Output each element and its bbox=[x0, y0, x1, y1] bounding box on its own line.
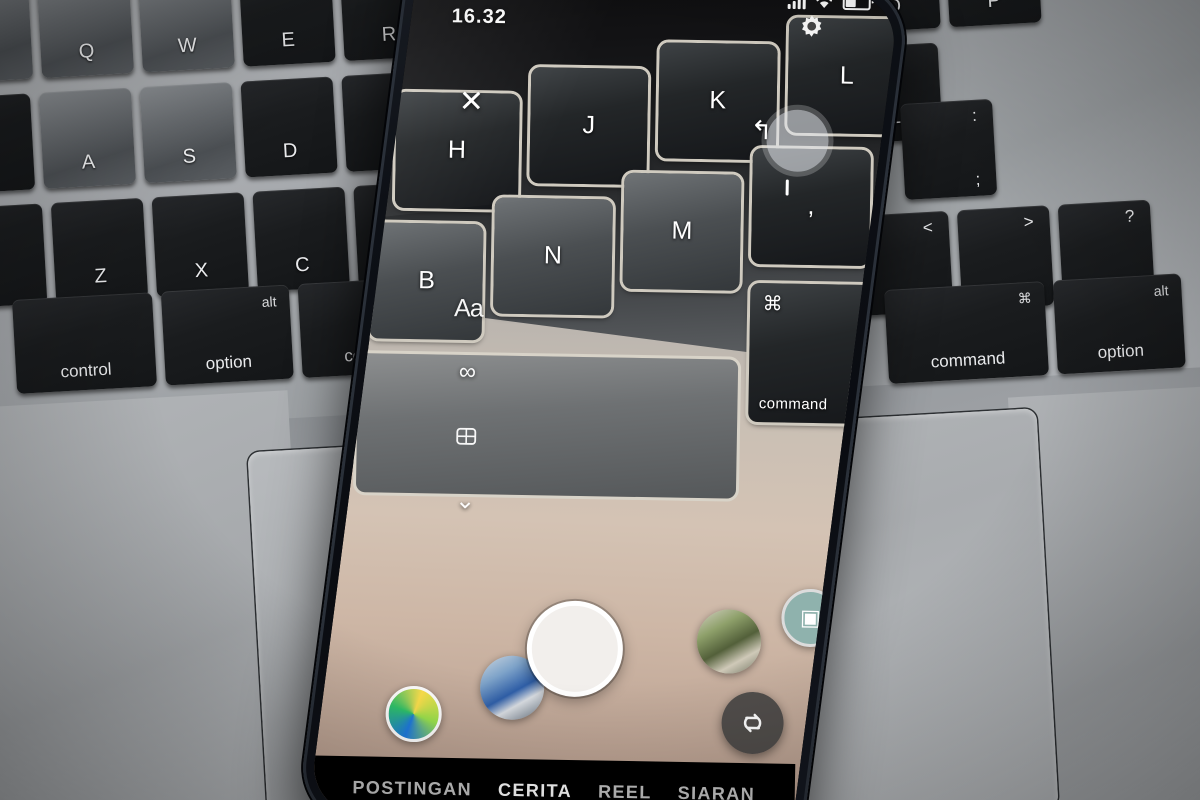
battery-icon bbox=[842, 0, 871, 11]
shutter-button[interactable] bbox=[526, 600, 624, 698]
gear-icon[interactable] bbox=[794, 12, 829, 52]
key-a-label: A bbox=[81, 150, 97, 174]
key-shift-left[interactable] bbox=[0, 203, 48, 312]
key-semicolon-lower: ; bbox=[975, 169, 981, 189]
camera-controls: ▣ bbox=[327, 588, 840, 755]
key-d-label: D bbox=[282, 139, 299, 163]
key-a[interactable]: A bbox=[38, 87, 137, 189]
vf-key-m: M bbox=[622, 172, 742, 291]
vf-key-k-label: K bbox=[709, 86, 727, 115]
mode-postingan[interactable]: POSTINGAN bbox=[352, 777, 472, 800]
more-tools-chevron-icon[interactable]: ⌄ bbox=[450, 485, 481, 516]
photo-scene: QWERTYUIOP lockASDFGHJKL ZXCVBNM :; <,>.… bbox=[0, 0, 1200, 800]
key-q[interactable]: Q bbox=[36, 0, 135, 78]
key-option-left-label: option bbox=[205, 351, 253, 374]
wifi-icon bbox=[816, 0, 833, 9]
creative-tools-rail: Aa ∞ ⌄ bbox=[450, 293, 484, 515]
vf-key-j: J bbox=[529, 66, 649, 185]
key-option-left[interactable]: alt option bbox=[160, 284, 294, 386]
mode-siaran[interactable]: SIARAN bbox=[678, 782, 756, 800]
effect-thumb-photo-2[interactable] bbox=[696, 608, 762, 675]
close-icon[interactable]: ✕ bbox=[458, 85, 484, 118]
key-p-label: P bbox=[986, 0, 1002, 13]
camera-mode-tabs: POSTINGAN CERITA REEL SIARAN bbox=[312, 755, 796, 800]
dial-tick bbox=[785, 179, 789, 196]
key-comma-upper: < bbox=[922, 217, 934, 238]
key-e[interactable]: E bbox=[238, 0, 336, 67]
key-option-right[interactable]: alt option bbox=[1052, 273, 1186, 375]
timer-dial-icon[interactable]: ↰ bbox=[750, 109, 830, 196]
signal-icon bbox=[787, 0, 806, 10]
mode-reel[interactable]: REEL bbox=[598, 781, 652, 800]
key-command-right[interactable]: ⌘ command bbox=[884, 281, 1049, 384]
dial-arrow-icon: ↰ bbox=[750, 114, 773, 146]
key-command-right-secondary: ⌘ bbox=[1017, 289, 1033, 307]
key-option-left-secondary: alt bbox=[261, 293, 277, 311]
key-s-label: S bbox=[182, 145, 198, 168]
key-option-right-secondary: alt bbox=[1153, 282, 1169, 299]
key-s[interactable]: S bbox=[139, 82, 237, 184]
key-w-label: W bbox=[177, 34, 198, 58]
key-z[interactable]: Z bbox=[50, 197, 149, 303]
status-icons bbox=[787, 0, 871, 11]
browse-effects-glyph: ▣ bbox=[799, 604, 822, 631]
key-control-left[interactable]: control bbox=[12, 292, 158, 394]
layout-icon[interactable] bbox=[451, 421, 482, 452]
status-clock: 16.32 bbox=[451, 5, 508, 29]
viewfinder-keyboard-reflection: H J K L B N M , ⌘ command bbox=[355, 0, 900, 500]
vf-key-h-label: H bbox=[447, 135, 467, 165]
mode-cerita[interactable]: CERITA bbox=[498, 779, 572, 800]
key-semicolon[interactable]: :; bbox=[900, 98, 998, 200]
key-semicolon-glyphs: :; bbox=[971, 106, 980, 190]
key-semicolon-upper: : bbox=[971, 105, 978, 125]
vf-key-h: H bbox=[394, 91, 520, 210]
vf-key-n-label: N bbox=[543, 241, 563, 271]
vf-key-l-label: L bbox=[839, 61, 855, 90]
vf-key-n: N bbox=[493, 197, 613, 316]
vf-key-m-label: M bbox=[671, 217, 693, 246]
vf-key-b-label: B bbox=[418, 266, 436, 296]
key-d[interactable]: D bbox=[240, 76, 338, 178]
vf-key-comma-label: , bbox=[807, 192, 815, 221]
vf-command-label: command bbox=[758, 395, 828, 414]
vf-command-symbol: ⌘ bbox=[762, 293, 783, 316]
key-tab[interactable] bbox=[0, 0, 34, 84]
flip-camera-icon[interactable] bbox=[721, 691, 785, 755]
key-x[interactable]: X bbox=[151, 192, 250, 298]
boomerang-icon[interactable]: ∞ bbox=[452, 357, 483, 388]
key-e-label: E bbox=[280, 28, 296, 52]
vf-key-space bbox=[355, 353, 739, 500]
key-c[interactable]: C bbox=[252, 186, 350, 292]
key-q-label: Q bbox=[78, 40, 96, 63]
key-option-right-label: option bbox=[1097, 340, 1145, 363]
key-control-left-label: control bbox=[60, 359, 113, 382]
key-slash-upper: ? bbox=[1124, 206, 1135, 226]
key-caps-lock[interactable]: lock bbox=[0, 93, 36, 196]
effect-thumb-gradient[interactable] bbox=[385, 685, 443, 743]
keyboard-punctuation-cluster: :; bbox=[900, 98, 998, 200]
key-command-right-label: command bbox=[930, 348, 1006, 372]
key-w[interactable]: W bbox=[137, 0, 235, 73]
phone-screen[interactable]: H J K L B N M , ⌘ command 16.32 ✕ ↰ Aa ∞… bbox=[308, 0, 900, 800]
text-tool-icon[interactable]: Aa bbox=[453, 293, 484, 324]
vf-key-j-label: J bbox=[582, 111, 596, 140]
key-period-upper: > bbox=[1023, 212, 1035, 232]
keyboard-modifiers-right: ⌘ command alt option bbox=[884, 273, 1186, 384]
smartphone: H J K L B N M , ⌘ command 16.32 ✕ ↰ Aa ∞… bbox=[296, 0, 912, 800]
